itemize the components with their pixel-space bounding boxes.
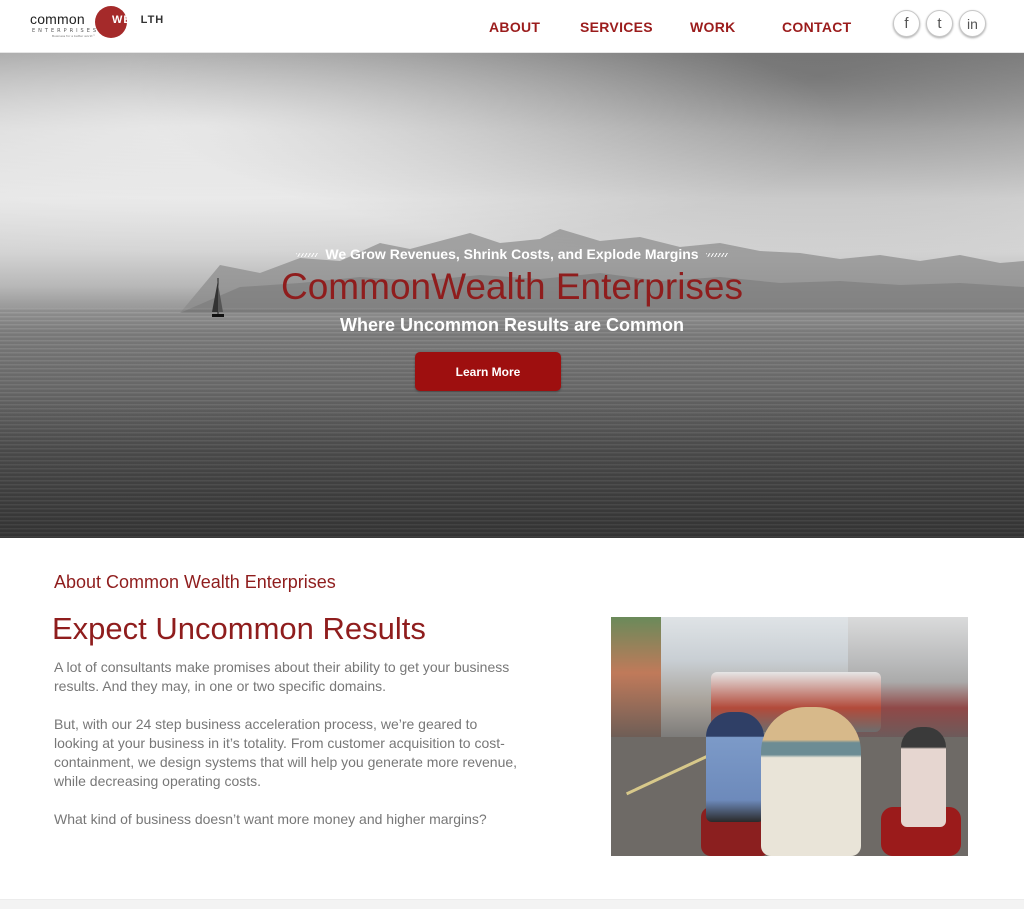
logo-wealth-rest: LTH: [140, 14, 165, 26]
photo-rider: [706, 712, 764, 822]
hero-eyebrow-dash-left: [296, 253, 319, 258]
hero-subtitle: Where Uncommon Results are Common: [339, 315, 685, 335]
twitter-icon[interactable]: t: [926, 10, 953, 37]
about-title: Expect Uncommon Results: [52, 611, 426, 646]
hero-water-image: [0, 308, 1024, 538]
footer-strip: [0, 899, 1024, 909]
logo[interactable]: common WEALTH ENTERPRISES Business for a…: [30, 6, 163, 40]
logo-wealth-text: WEALTH: [112, 14, 164, 26]
nav-contact-link[interactable]: CONTACT: [782, 19, 852, 35]
photo-woman-backpack: [761, 707, 861, 856]
logo-common-text: common: [30, 11, 85, 27]
photo-pedestrian: [901, 727, 946, 827]
hero-eyebrow-dash-right: [705, 253, 728, 258]
hero-title: CommonWealth Enterprises: [281, 266, 743, 307]
nav-work-link[interactable]: WORK: [690, 19, 736, 35]
site-header: common WEALTH ENTERPRISES Business for a…: [0, 0, 1024, 53]
hero-banner: We Grow Revenues, Shrink Costs, and Expl…: [0, 53, 1024, 538]
hero-eyebrow: We Grow Revenues, Shrink Costs, and Expl…: [0, 246, 1024, 262]
about-paragraph: But, with our 24 step business accelerat…: [54, 716, 518, 789]
hero-eyebrow-text: We Grow Revenues, Shrink Costs, and Expl…: [325, 246, 699, 262]
linkedin-icon[interactable]: in: [959, 10, 986, 37]
about-paragraph: A lot of consultants make promises about…: [54, 659, 510, 694]
logo-tagline: Business for a better world™: [52, 34, 96, 38]
learn-more-button[interactable]: Learn More: [415, 352, 561, 391]
facebook-icon[interactable]: f: [893, 10, 920, 37]
about-body: A lot of consultants make promises about…: [54, 658, 524, 848]
nav-about-link[interactable]: ABOUT: [489, 19, 540, 35]
nav-services-link[interactable]: SERVICES: [580, 19, 653, 35]
street-scene-photo: [611, 617, 968, 856]
photo-building-left: [611, 617, 661, 757]
about-eyebrow: About Common Wealth Enterprises: [54, 572, 336, 592]
about-paragraph: What kind of business doesn’t want more …: [54, 811, 487, 827]
logo-wealth-initial: WEA: [112, 14, 141, 26]
